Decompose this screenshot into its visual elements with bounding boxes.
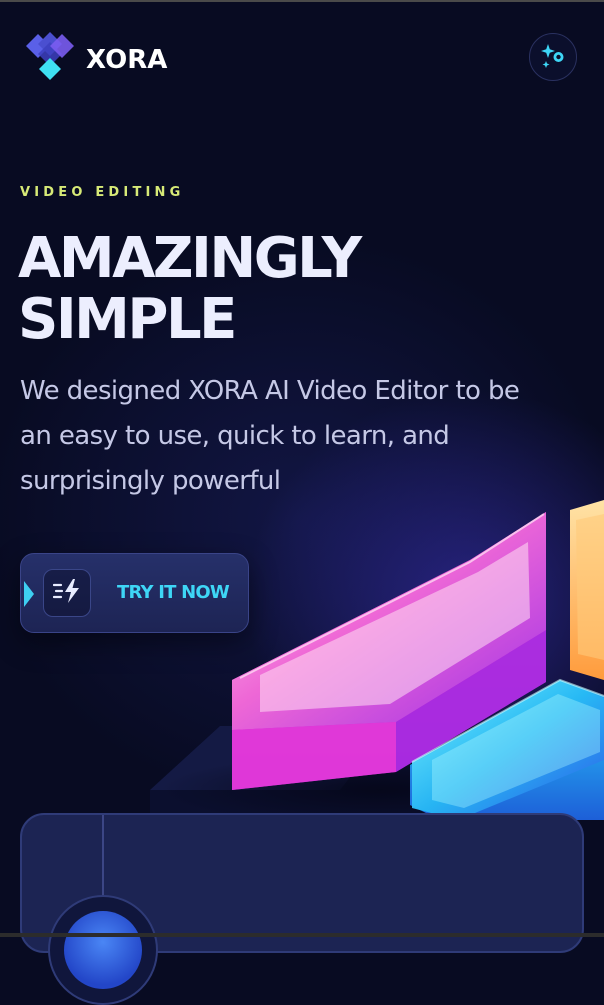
cta-icon-box [43,569,91,617]
hero-title: AMAZINGLY SIMPLE [18,228,458,350]
hero-title-line-1: AMAZINGLY [18,226,362,291]
window-bottom-border [0,933,604,937]
zap-icon [52,578,81,608]
brand-logo[interactable]: XORA [24,32,167,88]
hero-description: We designed XORA AI Video Editor to be a… [20,376,520,496]
xora-logo-icon [24,32,76,88]
card-orb-core [64,911,142,989]
cta-marker-icon [24,581,34,607]
feature-card [20,813,584,1005]
hero-title-line-2: SIMPLE [18,287,237,352]
card-orb-icon [48,895,158,1005]
hero-3d-blocks-image [140,490,604,826]
hero-eyebrow: VIDEO EDITING [20,185,185,200]
brand-name: XORA [86,45,168,75]
ai-magic-button[interactable] [529,33,577,81]
sparkle-icon [540,42,566,72]
